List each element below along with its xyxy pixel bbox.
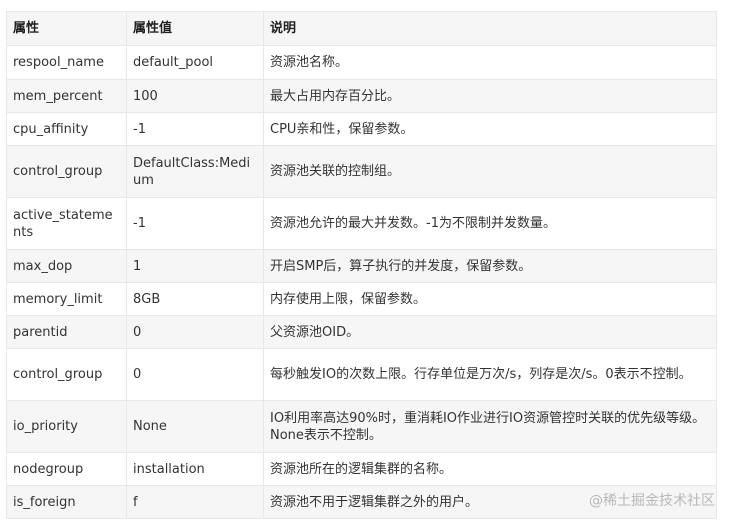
cell-attribute: active_statements [6, 197, 127, 250]
cell-attribute: parentid [6, 315, 127, 349]
cell-attribute: nodegroup [6, 452, 127, 486]
cell-description: 资源池名称。 [263, 45, 717, 80]
cell-description: 每秒触发IO的次数上限。行存单位是万次/s，列存是次/s。0表示不控制。 [263, 348, 717, 401]
table-row: control_group DefaultClass:Medium 资源池关联的控制… [6, 145, 717, 198]
cell-description: 内存使用上限，保留参数。 [263, 282, 717, 316]
cell-value: 0 [126, 315, 264, 349]
table-body: respool_name default_pool 资源池名称。 mem_percen… [6, 45, 717, 519]
table-row: control_group 0 每秒触发IO的次数上限。行存单位是万次/s，列存是次… [6, 348, 717, 401]
cell-attribute: mem_percent [6, 79, 127, 113]
cell-description: 开启SMP后，算子执行的并发度，保留参数。 [263, 249, 717, 283]
attribute-table-container: 属性 属性值 说明 respool_name default_pool 资源池名称。… [6, 11, 717, 519]
table-row: respool_name default_pool 资源池名称。 [6, 45, 717, 80]
header-attribute: 属性 [6, 11, 127, 46]
cell-value: 1 [126, 249, 264, 283]
header-value: 属性值 [126, 11, 264, 46]
cell-attribute: is_foreign [6, 485, 127, 519]
table-row: mem_percent 100 最大占用内存百分比。 [6, 79, 717, 113]
cell-value: -1 [126, 112, 264, 146]
cell-attribute: respool_name [6, 45, 127, 80]
cell-value: -1 [126, 197, 264, 250]
cell-value: DefaultClass:Medium [126, 145, 264, 198]
cell-description: IO利用率高达90%时，重消耗IO作业进行IO资源管控时关联的优先级等级。Non… [263, 400, 717, 453]
table-row: nodegroup installation 资源池所在的逻辑集群的名称。 [6, 452, 717, 486]
cell-attribute: io_priority [6, 400, 127, 453]
header-description: 说明 [263, 11, 717, 46]
cell-attribute: cpu_affinity [6, 112, 127, 146]
cell-description: 资源池所在的逻辑集群的名称。 [263, 452, 717, 486]
cell-description: 最大占用内存百分比。 [263, 79, 717, 113]
table-row: io_priority None IO利用率高达90%时，重消耗IO作业进行IO资源… [6, 400, 717, 453]
cell-attribute: max_dop [6, 249, 127, 283]
cell-description: 资源池允许的最大并发数。-1为不限制并发数量。 [263, 197, 717, 250]
cell-attribute: memory_limit [6, 282, 127, 316]
cell-description: CPU亲和性，保留参数。 [263, 112, 717, 146]
table-row: memory_limit 8GB 内存使用上限，保留参数。 [6, 282, 717, 316]
cell-value: 0 [126, 348, 264, 401]
attribute-table: 属性 属性值 说明 respool_name default_pool 资源池名称。… [6, 11, 717, 519]
table-header-row: 属性 属性值 说明 [6, 11, 717, 46]
table-row: max_dop 1 开启SMP后，算子执行的并发度，保留参数。 [6, 249, 717, 283]
cell-attribute: control_group [6, 348, 127, 401]
cell-description: 资源池关联的控制组。 [263, 145, 717, 198]
table-row: active_statements -1 资源池允许的最大并发数。-1为不限制并发数… [6, 197, 717, 250]
cell-value: default_pool [126, 45, 264, 80]
table-row: parentid 0 父资源池OID。 [6, 315, 717, 349]
cell-description: 父资源池OID。 [263, 315, 717, 349]
cell-value: f [126, 485, 264, 519]
table-row: cpu_affinity -1 CPU亲和性，保留参数。 [6, 112, 717, 146]
cell-value: None [126, 400, 264, 453]
cell-value: 8GB [126, 282, 264, 316]
watermark: @稀土掘金技术社区 [589, 493, 715, 509]
cell-value: 100 [126, 79, 264, 113]
cell-value: installation [126, 452, 264, 486]
cell-attribute: control_group [6, 145, 127, 198]
